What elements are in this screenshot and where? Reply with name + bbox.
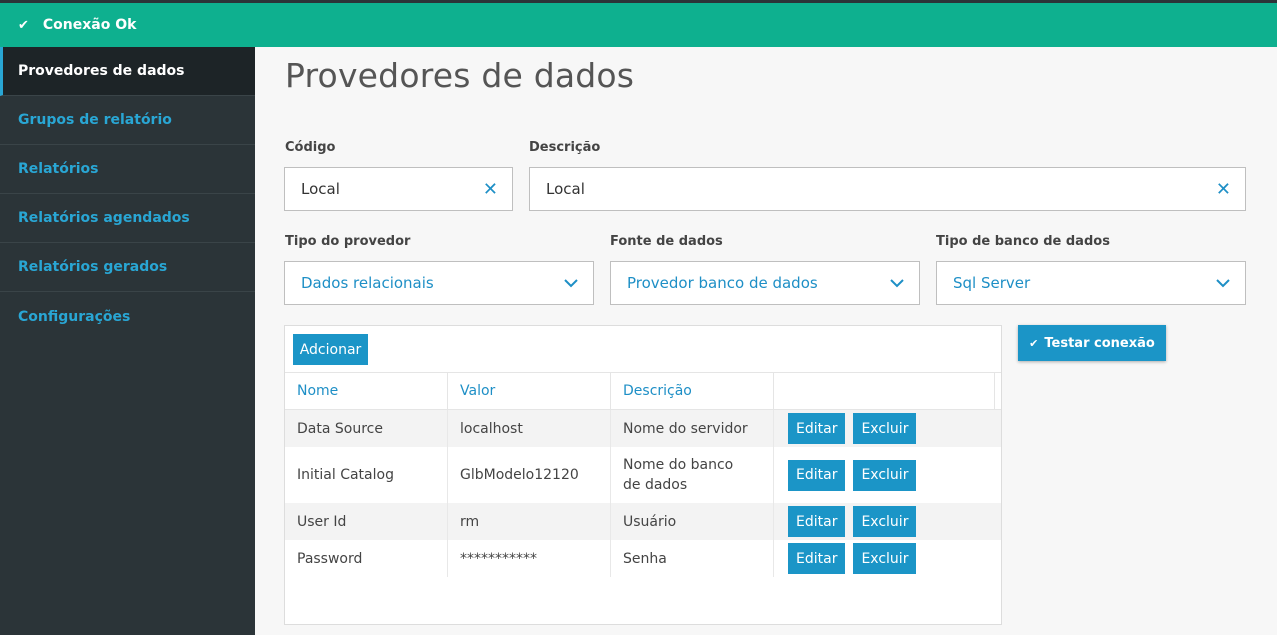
cell-actions: Editar Excluir [774,540,995,577]
cell-valor: rm [448,503,611,540]
tipo-provedor-label: Tipo do provedor [285,234,411,249]
cell-nome: Data Source [285,410,448,447]
status-banner: ✔ Conexão Ok [0,3,1277,47]
cell-actions: Editar Excluir [774,503,995,540]
page-title: Provedores de dados [285,56,635,95]
codigo-label: Código [285,140,336,155]
tipo-provedor-select[interactable]: Dados relacionais [284,261,594,305]
add-button[interactable]: Adcionar [293,334,368,365]
cell-valor: *********** [448,540,611,577]
header-valor: Valor [448,373,611,409]
chevron-down-icon [1216,279,1230,288]
cell-nome: User Id [285,503,448,540]
sidebar-item-provedores[interactable]: Provedores de dados [0,47,255,96]
sidebar-item-configuracoes[interactable]: Configurações [0,292,255,341]
sidebar-item-agendados[interactable]: Relatórios agendados [0,194,255,243]
clear-icon[interactable]: ✕ [1216,179,1231,200]
sidebar-item-label: Relatórios agendados [18,210,190,226]
cell-descricao: Usuário [611,503,774,540]
descricao-value: Local [546,180,585,198]
descricao-label: Descrição [529,140,601,155]
test-connection-label: Testar conexão [1044,335,1155,351]
clear-icon[interactable]: ✕ [483,179,498,200]
status-text: Conexão Ok [42,17,137,33]
check-icon: ✔ [1029,336,1039,350]
edit-button[interactable]: Editar [788,459,846,491]
edit-button[interactable]: Editar [788,543,846,574]
sidebar-item-label: Grupos de relatório [18,112,172,128]
test-connection-button[interactable]: ✔ Testar conexão [1018,325,1166,361]
cell-actions: Editar Excluir [774,410,995,447]
fonte-dados-select[interactable]: Provedor banco de dados [610,261,920,305]
cell-nome: Password [285,540,448,577]
table-row: Initial Catalog GlbModelo12120 Nome do b… [285,447,1001,503]
parameters-table: Nome Valor Descrição Data Source localho… [285,372,1001,577]
chevron-down-icon [890,279,904,288]
sidebar-item-label: Relatórios [18,161,99,177]
check-icon: ✔ [18,17,29,33]
cell-descricao: Senha [611,540,774,577]
cell-valor: GlbModelo12120 [448,447,611,503]
delete-button[interactable]: Excluir [853,413,917,444]
chevron-down-icon [564,279,578,288]
descricao-field[interactable]: Local ✕ [529,167,1246,211]
tipo-provedor-value: Dados relacionais [301,274,434,292]
cell-valor: localhost [448,410,611,447]
fonte-dados-label: Fonte de dados [610,234,723,249]
table-row: Password *********** Senha Editar Exclui… [285,540,1001,577]
table-row: Data Source localhost Nome do servidor E… [285,410,1001,447]
top-strip [0,0,1277,3]
tipo-banco-select[interactable]: Sql Server [936,261,1246,305]
sidebar: Provedores de dados Grupos de relatório … [0,0,255,635]
parameters-panel: Adcionar Nome Valor Descrição Data Sourc… [284,325,1002,625]
sidebar-item-grupos[interactable]: Grupos de relatório [0,96,255,145]
cell-actions: Editar Excluir [774,447,995,503]
tipo-banco-value: Sql Server [953,274,1031,292]
table-header: Nome Valor Descrição [285,372,1001,410]
sidebar-item-label: Provedores de dados [18,63,185,79]
delete-button[interactable]: Excluir [853,543,917,574]
cell-descricao: Nome do banco de dados [611,447,774,503]
table-row: User Id rm Usuário Editar Excluir [285,503,1001,540]
sidebar-item-gerados[interactable]: Relatórios gerados [0,243,255,292]
codigo-value: Local [301,180,340,198]
header-actions [774,373,995,409]
sidebar-item-relatorios[interactable]: Relatórios [0,145,255,194]
sidebar-item-label: Configurações [18,308,131,325]
cell-descricao: Nome do servidor [611,410,774,447]
tipo-banco-label: Tipo de banco de dados [936,234,1110,249]
delete-button[interactable]: Excluir [853,506,917,537]
header-descricao: Descrição [611,373,774,409]
delete-button[interactable]: Excluir [853,459,917,491]
fonte-dados-value: Provedor banco de dados [627,274,818,292]
edit-button[interactable]: Editar [788,506,846,537]
header-nome: Nome [285,373,448,409]
sidebar-item-label: Relatórios gerados [18,259,168,275]
codigo-field[interactable]: Local ✕ [284,167,513,211]
cell-nome: Initial Catalog [285,447,448,503]
edit-button[interactable]: Editar [788,413,846,444]
